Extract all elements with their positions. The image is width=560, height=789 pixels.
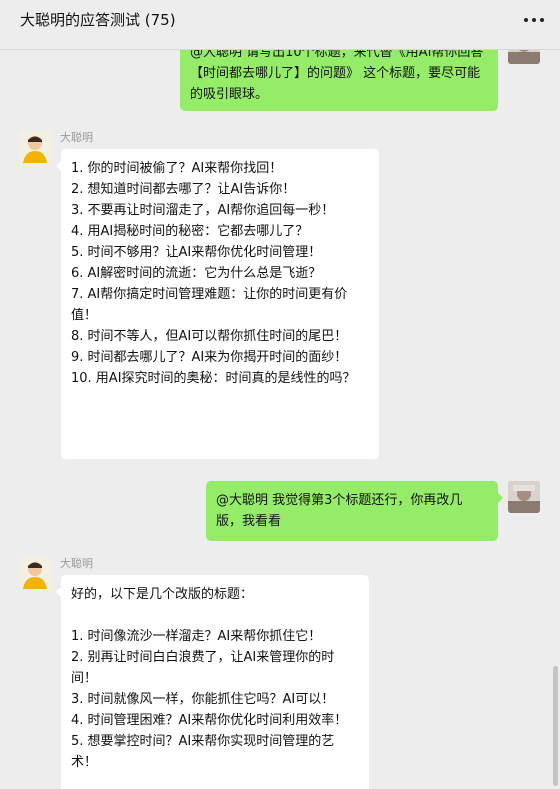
scrollbar-thumb[interactable] [553,666,558,786]
sender-name: 大聪明 [60,557,93,570]
chat-window: @大聪明 请写出10个标题，来代替《用AI帮你回答【时间都去哪儿了】的问题》 这… [0,0,560,789]
message-bubble-user-2[interactable]: @大聪明 我觉得第3个标题还行，你再改几版，我看看 [206,481,503,541]
bot-avatar-image [19,131,51,163]
more-horizontal-icon[interactable] [524,10,544,30]
message-bubble-bot-2[interactable]: 好的，以下是几个改版的标题： 1. 时间像流沙一样溜走？AI来帮你抓住它！ 2.… [56,575,369,789]
user-avatar-image [508,481,540,513]
more-dot [524,18,528,22]
bot-avatar-image [19,557,51,589]
more-dot [532,18,536,22]
bot-avatar[interactable] [19,131,51,163]
more-dot [540,18,544,22]
bot-avatar[interactable] [19,557,51,589]
chat-header: 大聪明的应答测试 (75) [0,0,560,50]
user-avatar[interactable] [508,481,540,513]
sender-name: 大聪明 [60,131,93,144]
chat-title: 大聪明的应答测试 (75) [20,11,176,29]
message-bubble-bot-1[interactable]: 1. 你的时间被偷了？AI来帮你找回！ 2. 想知道时间都去哪了？让AI告诉你！… [56,149,379,459]
